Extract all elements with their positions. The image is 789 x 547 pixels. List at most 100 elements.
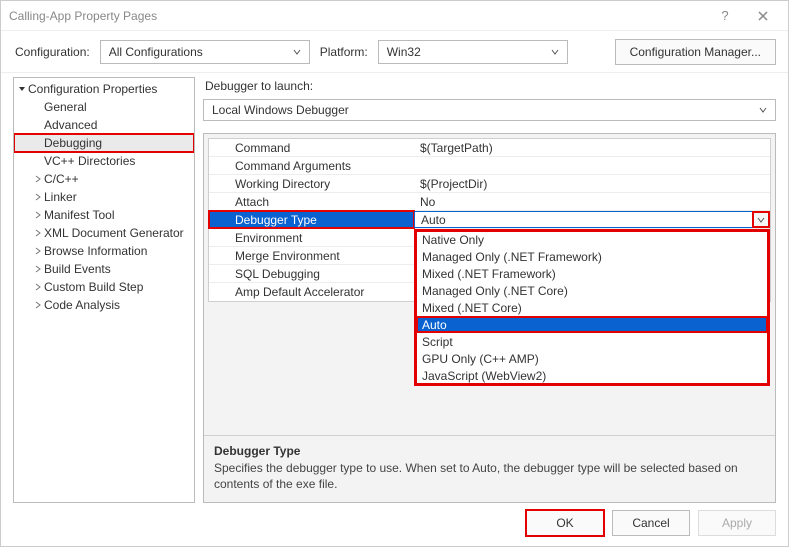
dropdown-option[interactable]: Mixed (.NET Core) (416, 299, 768, 316)
tree-root-label: Configuration Properties (28, 82, 157, 96)
prop-name: SQL Debugging (209, 265, 414, 282)
prop-name: Working Directory (209, 175, 414, 192)
tree-item-codeanalysis[interactable]: Code Analysis (14, 296, 194, 314)
expand-icon (32, 193, 44, 201)
prop-name: Merge Environment (209, 247, 414, 264)
configuration-combo[interactable]: All Configurations (100, 40, 310, 64)
prop-row-debuggertype[interactable]: Debugger Type Auto Native Only Managed O… (209, 211, 770, 229)
tree-item-ccpp[interactable]: C/C++ (14, 170, 194, 188)
window-title: Calling-App Property Pages (9, 9, 704, 23)
dropdown-option[interactable]: Native Only (416, 231, 768, 248)
tree-root[interactable]: Configuration Properties (14, 80, 194, 98)
prop-row-attach[interactable]: Attach No (209, 193, 770, 211)
tree-item-advanced[interactable]: Advanced (14, 116, 194, 134)
tree-label: Code Analysis (44, 298, 120, 312)
tree-label: XML Document Generator (44, 226, 184, 240)
close-icon (758, 11, 768, 21)
cancel-button[interactable]: Cancel (612, 510, 690, 536)
prop-value[interactable]: $(TargetPath) (414, 139, 770, 156)
dropdown-option[interactable]: Mixed (.NET Framework) (416, 265, 768, 282)
description-body: Specifies the debugger type to use. When… (214, 460, 765, 492)
configuration-label: Configuration: (15, 45, 90, 59)
platform-label: Platform: (320, 45, 368, 59)
prop-value[interactable]: $(ProjectDir) (414, 175, 770, 192)
tree-label: General (44, 100, 87, 114)
expand-icon (32, 301, 44, 309)
help-icon: ? (721, 8, 728, 23)
tree-item-manifest[interactable]: Manifest Tool (14, 206, 194, 224)
tree-label: Manifest Tool (44, 208, 114, 222)
collapse-icon (16, 85, 28, 93)
prop-name: Amp Default Accelerator (209, 283, 414, 301)
tree-label: Advanced (44, 118, 97, 132)
debugger-launch-value: Local Windows Debugger (212, 103, 755, 117)
property-grid: Command $(TargetPath) Command Arguments … (204, 134, 775, 435)
tree-item-buildevents[interactable]: Build Events (14, 260, 194, 278)
main-area: Configuration Properties General Advance… (1, 73, 788, 503)
tree-item-linker[interactable]: Linker (14, 188, 194, 206)
prop-name: Attach (209, 193, 414, 210)
apply-label: Apply (722, 516, 752, 530)
chevron-down-icon (757, 216, 765, 224)
configuration-manager-label: Configuration Manager... (630, 45, 761, 59)
prop-row-commandargs[interactable]: Command Arguments (209, 157, 770, 175)
prop-value[interactable] (414, 157, 770, 174)
tree-label: Debugging (44, 136, 102, 150)
expand-icon (32, 247, 44, 255)
dropdown-option-selected[interactable]: Auto (416, 316, 768, 333)
prop-value[interactable]: Auto Native Only Managed Only (.NET Fram… (414, 211, 770, 228)
expand-icon (32, 283, 44, 291)
dropdown-option[interactable]: Managed Only (.NET Core) (416, 282, 768, 299)
tree-item-custombuild[interactable]: Custom Build Step (14, 278, 194, 296)
apply-button: Apply (698, 510, 776, 536)
dropdown-option[interactable]: JavaScript (WebView2) (416, 367, 768, 384)
help-button[interactable]: ? (708, 5, 742, 27)
expand-icon (32, 211, 44, 219)
footer: OK Cancel Apply (1, 503, 788, 543)
tree-item-general[interactable]: General (14, 98, 194, 116)
tree-label: Custom Build Step (44, 280, 143, 294)
tree-item-vcdirs[interactable]: VC++ Directories (14, 152, 194, 170)
dropdown-button[interactable] (753, 212, 769, 227)
description-title: Debugger Type (214, 444, 765, 458)
debugger-launch-label: Debugger to launch: (205, 79, 774, 93)
tree-item-browseinfo[interactable]: Browse Information (14, 242, 194, 260)
configuration-value: All Configurations (109, 45, 289, 59)
prop-row-command[interactable]: Command $(TargetPath) (209, 139, 770, 157)
dropdown-option[interactable]: GPU Only (C++ AMP) (416, 350, 768, 367)
prop-row-workdir[interactable]: Working Directory $(ProjectDir) (209, 175, 770, 193)
prop-value-text: Auto (421, 213, 446, 227)
property-grid-container: Command $(TargetPath) Command Arguments … (203, 133, 776, 503)
ok-label: OK (556, 516, 573, 530)
tree-label: Linker (44, 190, 77, 204)
tree-label: Build Events (44, 262, 111, 276)
tree-label: C/C++ (44, 172, 79, 186)
close-button[interactable] (746, 5, 780, 27)
tree-label: VC++ Directories (44, 154, 135, 168)
prop-name: Environment (209, 229, 414, 246)
config-tree[interactable]: Configuration Properties General Advance… (13, 77, 195, 503)
prop-value[interactable]: No (414, 193, 770, 210)
dropdown-option[interactable]: Managed Only (.NET Framework) (416, 248, 768, 265)
expand-icon (32, 175, 44, 183)
platform-combo[interactable]: Win32 (378, 40, 568, 64)
debugger-type-dropdown[interactable]: Native Only Managed Only (.NET Framework… (415, 230, 769, 385)
chevron-down-icon (289, 48, 305, 56)
dropdown-option[interactable]: Script (416, 333, 768, 350)
tree-label: Browse Information (44, 244, 147, 258)
titlebar: Calling-App Property Pages ? (1, 1, 788, 31)
ok-button[interactable]: OK (526, 510, 604, 536)
debugger-launch-combo[interactable]: Local Windows Debugger (203, 99, 776, 121)
tree-item-debugging[interactable]: Debugging (14, 134, 194, 152)
configuration-manager-button[interactable]: Configuration Manager... (615, 39, 776, 65)
platform-value: Win32 (387, 45, 547, 59)
expand-icon (32, 229, 44, 237)
right-pane: Debugger to launch: Local Windows Debugg… (203, 77, 776, 503)
prop-name: Command (209, 139, 414, 156)
prop-name: Debugger Type (209, 211, 414, 228)
expand-icon (32, 265, 44, 273)
toolbar: Configuration: All Configurations Platfo… (1, 31, 788, 73)
tree-item-xmldoc[interactable]: XML Document Generator (14, 224, 194, 242)
property-grid-inner: Command $(TargetPath) Command Arguments … (208, 138, 771, 302)
cancel-label: Cancel (632, 516, 669, 530)
